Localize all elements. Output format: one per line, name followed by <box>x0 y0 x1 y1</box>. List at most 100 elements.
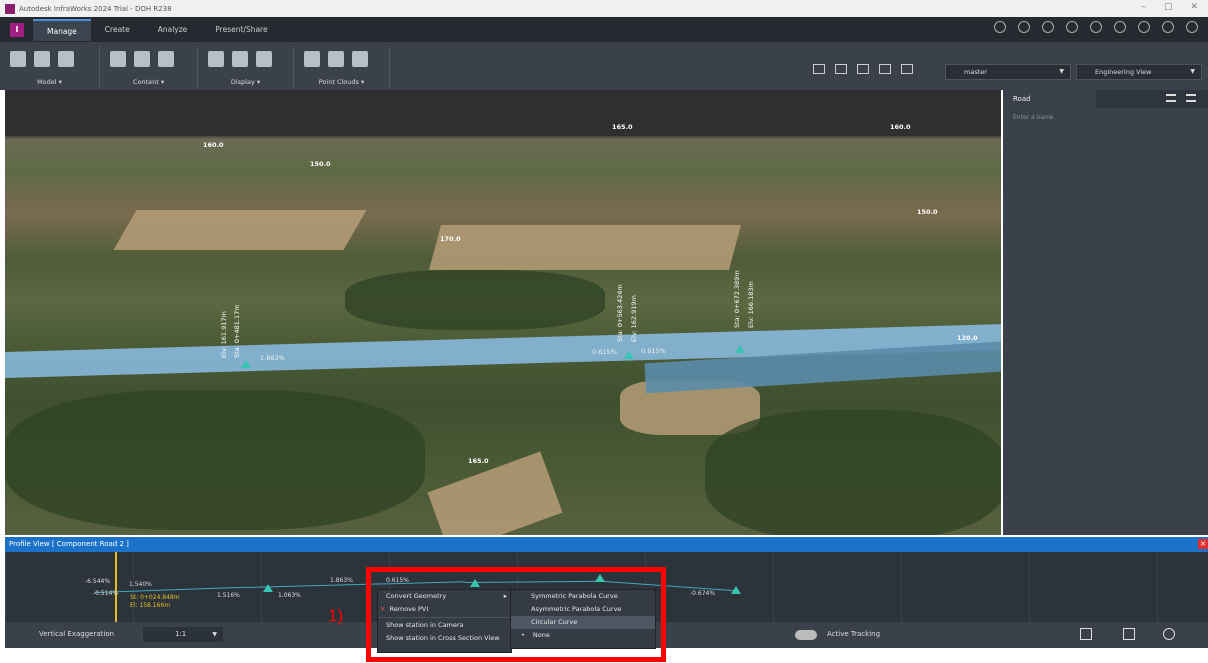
point-clouds-group: Point Clouds ▾ <box>294 46 390 88</box>
delete-icon[interactable] <box>879 64 891 74</box>
view-tool-icon[interactable] <box>813 64 825 74</box>
grade-label: 1.540% <box>129 581 152 588</box>
elevation-label: Elv: 166.183m <box>747 281 755 328</box>
minimize-button[interactable]: – <box>1141 2 1146 12</box>
sync-icon[interactable] <box>1114 21 1126 33</box>
tab-analyze[interactable]: Analyze <box>144 19 202 41</box>
contour-label: 160.0 <box>890 123 911 131</box>
pvi-marker[interactable] <box>731 586 741 594</box>
contour-label: 165.0 <box>612 123 633 131</box>
help-icon[interactable] <box>1162 21 1174 33</box>
forest <box>5 390 425 530</box>
undo-icon[interactable] <box>994 21 1006 33</box>
contour-label: 165.0 <box>468 457 489 465</box>
elevation-readout: El: 158.166m <box>130 602 171 609</box>
ribbon: Model ▾ Content ▾ Display ▾ Point Clouds… <box>0 42 1208 90</box>
profile-view-header: Profile View [ Component Road 2 ] ✕ <box>5 537 1208 552</box>
maximize-button[interactable]: ▢ <box>1164 2 1173 12</box>
measure-icon[interactable] <box>857 64 869 74</box>
view-mode-select[interactable]: Engineering View ▼ <box>1076 64 1202 80</box>
grade-label: 1.063% <box>278 592 301 599</box>
layers-icon[interactable] <box>208 51 224 67</box>
proposal-select[interactable]: master ▼ <box>945 64 1071 80</box>
close-button[interactable]: ✕ <box>1190 2 1198 12</box>
grade-label: -0.514% <box>93 590 119 597</box>
chevron-down-icon: ▼ <box>1190 68 1195 75</box>
grade-label: 1.863% <box>260 354 285 362</box>
account-icon[interactable] <box>1186 21 1198 33</box>
annotation-highlight-box <box>366 567 666 662</box>
select-arrow-icon[interactable] <box>835 64 847 74</box>
station-readout: St: 0+024.848m <box>130 594 180 601</box>
pvi-marker[interactable] <box>735 345 745 353</box>
contour-label: 150.0 <box>917 208 938 216</box>
point-cloud-model-icon[interactable] <box>352 51 368 67</box>
model-builder-icon[interactable] <box>10 51 26 67</box>
elevation-label: Elv: 161.917m <box>220 311 228 358</box>
eye-icon[interactable] <box>1163 628 1175 640</box>
content-group-label[interactable]: Content ▾ <box>100 78 197 86</box>
infraworks-logo-icon[interactable]: I <box>10 22 24 37</box>
tab-create[interactable]: Create <box>91 19 144 41</box>
pvi-marker[interactable] <box>241 360 251 368</box>
panel-title: Road <box>1003 90 1096 108</box>
model-group: Model ▾ <box>0 46 100 88</box>
chevron-down-icon: ▼ <box>1059 68 1064 75</box>
close-icon[interactable]: ✕ <box>1198 539 1208 549</box>
contour-label: 120.0 <box>957 334 978 342</box>
ribbon-tabs: I Manage Create Analyze Present/Share <box>0 17 1208 42</box>
terrain-icon[interactable] <box>232 51 248 67</box>
settings-icon[interactable] <box>1066 21 1078 33</box>
top-right-tools <box>994 21 1198 33</box>
station-label: Sta: 0+563.424m <box>616 284 624 342</box>
contour-label: 160.0 <box>203 141 224 149</box>
grade-label: 0.615% <box>592 348 617 356</box>
pin-icon[interactable] <box>1186 94 1196 102</box>
contour-label: 170.0 <box>440 235 461 243</box>
pvi-marker[interactable] <box>263 584 273 592</box>
field <box>428 225 742 270</box>
grade-label: 1.516% <box>217 592 240 599</box>
window-title: Autodesk InfraWorks 2024 Trial - DOH R23… <box>19 4 172 13</box>
app-icon <box>5 3 15 14</box>
dashboard-icon[interactable] <box>1042 21 1054 33</box>
station-cursor[interactable] <box>115 552 117 622</box>
station-label: Sta: 0+672.389m <box>733 270 741 328</box>
data-sources-icon[interactable] <box>110 51 126 67</box>
view-mode-value: Engineering View <box>1095 68 1152 76</box>
tab-manage[interactable]: Manage <box>33 18 91 41</box>
window-controls: – ▢ ✕ <box>1141 2 1198 12</box>
display-group: Display ▾ <box>198 46 294 88</box>
model-properties-icon[interactable] <box>34 51 50 67</box>
tab-present-share[interactable]: Present/Share <box>201 19 281 41</box>
globe-icon[interactable] <box>1090 21 1102 33</box>
explorer-icon[interactable] <box>134 51 150 67</box>
fit-view-icon[interactable] <box>1080 628 1092 640</box>
name-input[interactable]: Enter a name <box>1013 114 1208 121</box>
vertical-exaggeration-select[interactable]: 1:1 ▼ <box>143 627 223 642</box>
styles-icon[interactable] <box>158 51 174 67</box>
theme-icon[interactable] <box>256 51 272 67</box>
redo-icon[interactable] <box>1018 21 1030 33</box>
window-icon[interactable] <box>1123 628 1135 640</box>
point-cloud-terrain-icon[interactable] <box>328 51 344 67</box>
proposals-icon[interactable] <box>58 51 74 67</box>
3d-viewport[interactable]: 165.0 160.0 160.0 150.0 150.0 170.0 120.… <box>5 90 1001 535</box>
pvi-marker[interactable] <box>624 351 634 359</box>
grade-label: 1.863% <box>330 577 353 584</box>
elevation-label: Elv: 162.919m <box>630 295 638 342</box>
cloud-icon[interactable] <box>1138 21 1150 33</box>
active-tracking-toggle[interactable] <box>795 630 817 640</box>
model-group-label[interactable]: Model ▾ <box>0 78 99 86</box>
grade-label: -6.544% <box>85 578 111 585</box>
point-clouds-group-label[interactable]: Point Clouds ▾ <box>294 78 389 86</box>
point-cloud-icon[interactable] <box>304 51 320 67</box>
split-icon[interactable] <box>901 64 913 74</box>
grade-label: 0.615% <box>641 347 666 355</box>
vertical-exaggeration-label: Vertical Exaggeration <box>39 630 115 638</box>
menu-icon[interactable] <box>1166 94 1176 102</box>
field <box>427 451 563 535</box>
forest <box>705 410 1001 535</box>
display-group-label[interactable]: Display ▾ <box>198 78 293 86</box>
vertical-exaggeration-value: 1:1 <box>175 630 187 638</box>
